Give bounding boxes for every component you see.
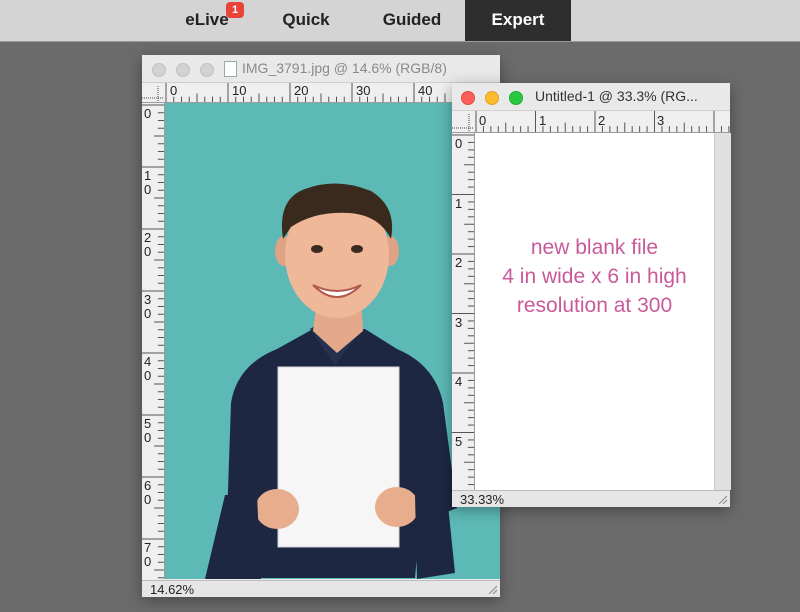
tab-quick[interactable]: Quick xyxy=(262,0,350,41)
vertical-ruler[interactable]: 0 1 0 2 0 3 0 4 0 5 0 6 0 7 0 xyxy=(142,103,165,579)
annotation-line-3: resolution at 300 xyxy=(516,294,673,317)
ruler-label: 0 xyxy=(170,83,178,98)
ruler-origin[interactable] xyxy=(142,83,165,103)
blank-window-titlebar[interactable]: Untitled-1 @ 33.3% (RG... xyxy=(452,83,730,111)
ruler-label: 4 0 xyxy=(144,354,152,383)
ruler-label: 1 xyxy=(539,113,547,128)
ruler-label: 2 xyxy=(455,255,463,270)
horizontal-ruler[interactable]: 0 10 20 30 40 xyxy=(164,83,500,103)
ruler-label: 1 xyxy=(455,196,463,211)
ruler-label: 5 xyxy=(455,434,463,449)
ruler-label: 0 xyxy=(455,136,463,151)
resize-grip-icon[interactable] xyxy=(487,584,497,594)
close-button[interactable] xyxy=(461,91,475,105)
tab-elive[interactable]: eLive 1 xyxy=(164,0,250,41)
zoom-level[interactable]: 33.33% xyxy=(460,492,504,507)
ruler-label: 3 0 xyxy=(144,292,152,321)
tab-guided-label: Guided xyxy=(382,10,442,29)
ruler-label: 5 0 xyxy=(144,416,152,445)
ruler-label: 30 xyxy=(356,83,371,98)
annotation-line-1: new blank file xyxy=(530,236,659,259)
tab-expert[interactable]: Expert xyxy=(465,0,571,41)
ruler-label: 0 xyxy=(144,106,152,121)
mode-bar: eLive 1 Quick Guided Expert xyxy=(0,0,800,42)
annotation-line-2: 4 in wide x 6 in high xyxy=(502,265,687,288)
close-button[interactable] xyxy=(152,63,166,77)
ruler-label: 40 xyxy=(418,83,433,98)
tab-guided[interactable]: Guided xyxy=(360,0,464,41)
blank-status-bar: 33.33% xyxy=(452,490,730,507)
document-icon xyxy=(224,61,237,77)
annotation-text: new blank file 4 in wide x 6 in high res… xyxy=(475,233,714,320)
notification-badge: 1 xyxy=(226,2,244,18)
horizontal-ruler[interactable]: 0 1 2 3 xyxy=(474,111,730,133)
ruler-label: 10 xyxy=(232,83,247,98)
minimize-button[interactable] xyxy=(176,63,190,77)
resize-grip-icon[interactable] xyxy=(717,494,727,504)
ruler-label: 20 xyxy=(294,83,309,98)
ruler-label: 7 0 xyxy=(144,540,152,569)
minimize-button[interactable] xyxy=(485,91,499,105)
photo-window-title: IMG_3791.jpg @ 14.6% (RGB/8) xyxy=(242,60,447,76)
tab-elive-label: eLive xyxy=(185,10,229,29)
ruler-label: 0 xyxy=(479,113,487,128)
ruler-label: 6 0 xyxy=(144,478,152,507)
ruler-label: 3 xyxy=(455,315,463,330)
zoom-button[interactable] xyxy=(200,63,214,77)
ruler-label: 1 0 xyxy=(144,168,152,197)
blank-document-window[interactable]: Untitled-1 @ 33.3% (RG... 0 1 2 3 0 1 2 … xyxy=(452,83,731,507)
tab-expert-label: Expert xyxy=(491,10,545,29)
ruler-label: 2 xyxy=(598,113,606,128)
ruler-label: 2 0 xyxy=(144,230,152,259)
photo-status-bar: 14.62% xyxy=(142,580,500,597)
blank-canvas[interactable]: new blank file 4 in wide x 6 in high res… xyxy=(475,133,714,490)
zoom-button[interactable] xyxy=(509,91,523,105)
tab-quick-label: Quick xyxy=(282,10,330,29)
photo-document-window[interactable]: IMG_3791.jpg @ 14.6% (RGB/8) 0 10 20 30 … xyxy=(142,55,500,597)
vertical-ruler[interactable]: 0 1 2 3 4 5 xyxy=(452,133,475,490)
blank-window-title: Untitled-1 @ 33.3% (RG... xyxy=(535,88,698,104)
ruler-label: 4 xyxy=(455,374,463,389)
zoom-level[interactable]: 14.62% xyxy=(150,582,194,597)
ruler-origin[interactable] xyxy=(452,111,475,133)
boy-holding-paper-image xyxy=(205,183,457,579)
photo-window-titlebar[interactable]: IMG_3791.jpg @ 14.6% (RGB/8) xyxy=(142,55,500,83)
vertical-scroll-track[interactable] xyxy=(714,133,731,490)
ruler-label: 3 xyxy=(657,113,665,128)
photo-canvas[interactable] xyxy=(165,103,500,579)
